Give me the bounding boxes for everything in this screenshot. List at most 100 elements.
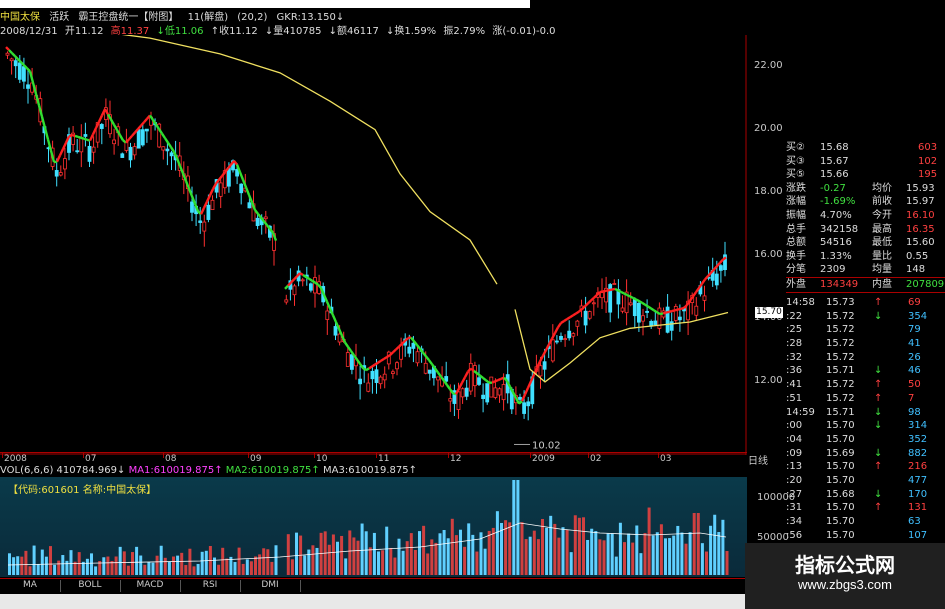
candle-body (300, 279, 305, 282)
trade-cell: 15.72 (826, 392, 855, 404)
tab-macd[interactable]: MACD (120, 580, 181, 592)
quote-cell: 603 (918, 142, 938, 153)
candle-body (587, 311, 592, 319)
price-chart[interactable]: 10.02 (0, 35, 747, 455)
trade-cell: ↓ (874, 447, 883, 459)
month-tick (2, 453, 3, 458)
candle-body (128, 146, 133, 161)
trade-cell: 46 (908, 365, 921, 377)
indicator-segment (575, 310, 580, 315)
volume-bar (348, 530, 352, 575)
tab-dmi[interactable]: DMI (240, 580, 301, 592)
tab-boll[interactable]: BOLL (60, 580, 121, 592)
quote-cell: 16.35 (906, 223, 935, 235)
volume-bar (442, 529, 446, 575)
quote-cell: -0.27 (820, 182, 846, 194)
candle-body (136, 129, 141, 149)
candle-body (198, 220, 203, 223)
volume-bar (303, 555, 307, 575)
price-tick: 20.00 (754, 122, 783, 134)
candle-body (493, 387, 498, 398)
indicator-segment (680, 306, 685, 310)
volume-bar (307, 549, 311, 575)
indicator-segment (137, 124, 142, 130)
trade-cell: :22 (786, 310, 803, 322)
trade-row: :22 15.72 ↓ 354 (786, 310, 945, 324)
trade-row: :56 15.70 107 (786, 529, 945, 543)
volume-bar (114, 556, 118, 575)
volume-bar (401, 550, 405, 575)
tab-rsi[interactable]: RSI (180, 580, 241, 592)
month-tick (530, 453, 531, 458)
indicator-segment (68, 133, 73, 138)
indicator-segment (91, 127, 98, 135)
month-tick (376, 453, 377, 458)
indicator-segment (299, 272, 304, 277)
volume-bar (659, 524, 663, 575)
volume-bar (94, 566, 98, 575)
indicator-segment (557, 322, 562, 329)
quote-cell: 207809 (906, 278, 945, 290)
tab-ma[interactable]: MA (0, 580, 61, 592)
indicator-segment (163, 137, 170, 144)
candle-body (161, 146, 166, 151)
volume-bar (553, 523, 557, 575)
volume-bar (664, 538, 667, 575)
indicator-segment (632, 296, 637, 301)
month-label: 02 (590, 454, 602, 464)
trade-cell: :31 (786, 502, 803, 514)
long-ma-line-2 (514, 309, 729, 383)
volume-bar (586, 539, 590, 575)
volume-bar (721, 519, 725, 575)
volume-bar (717, 532, 721, 575)
month-label: 03 (660, 454, 672, 464)
trade-cell: 15.72 (826, 338, 855, 350)
indicator-segment (668, 309, 673, 314)
candle-body (555, 340, 559, 343)
quote-cell: 外盘 (786, 278, 806, 290)
candle-body (190, 201, 194, 213)
volume-bar (159, 545, 163, 575)
quote-cell: 换手 (786, 250, 806, 262)
volume-bar (545, 527, 549, 575)
trade-cell: 314 (908, 420, 928, 432)
period-label[interactable]: 日线 (748, 452, 784, 467)
volume-bar (631, 542, 635, 575)
volume-bar (204, 550, 208, 575)
volume-bar (541, 518, 544, 575)
volume-bar (327, 544, 331, 575)
volume-bar (241, 563, 245, 575)
indicator-segment (199, 207, 206, 215)
trade-cell: 14:59 (786, 406, 815, 418)
quote-cell: 涨跌 (786, 182, 806, 194)
trade-cell: 15.70 (826, 461, 855, 473)
volume-bar (90, 553, 93, 575)
candle-body (423, 362, 428, 374)
indicator-segment (395, 345, 400, 351)
month-label: 07 (85, 454, 97, 464)
indicator-segment (118, 134, 125, 141)
volume-bar (151, 562, 155, 575)
volume-bar (561, 527, 565, 575)
volume-bar (336, 541, 339, 575)
candle-body (632, 298, 637, 317)
price-tick: 12.00 (754, 374, 783, 386)
volume-bar (450, 518, 454, 575)
volume-bar (118, 546, 122, 575)
volume-bar (627, 533, 631, 575)
volume-chart[interactable]: 【代码:601601 名称:中国太保】 (0, 477, 747, 577)
indicator-segment (128, 135, 133, 141)
volume-bar (512, 480, 516, 575)
volume-bar (356, 540, 360, 575)
volume-bar (692, 513, 696, 575)
volume-tick: 50000 (757, 532, 789, 543)
quote-row: 分笔 2309 均量 148 (786, 263, 945, 277)
indicator-segment (460, 376, 467, 384)
volume-bar (573, 515, 577, 575)
candle-body (472, 365, 477, 387)
indicator-segment (541, 349, 548, 357)
indicator-segment (293, 275, 298, 281)
quote-cell: 4.70% (820, 209, 852, 221)
candle-body (345, 352, 350, 367)
volume-bar (135, 546, 139, 575)
